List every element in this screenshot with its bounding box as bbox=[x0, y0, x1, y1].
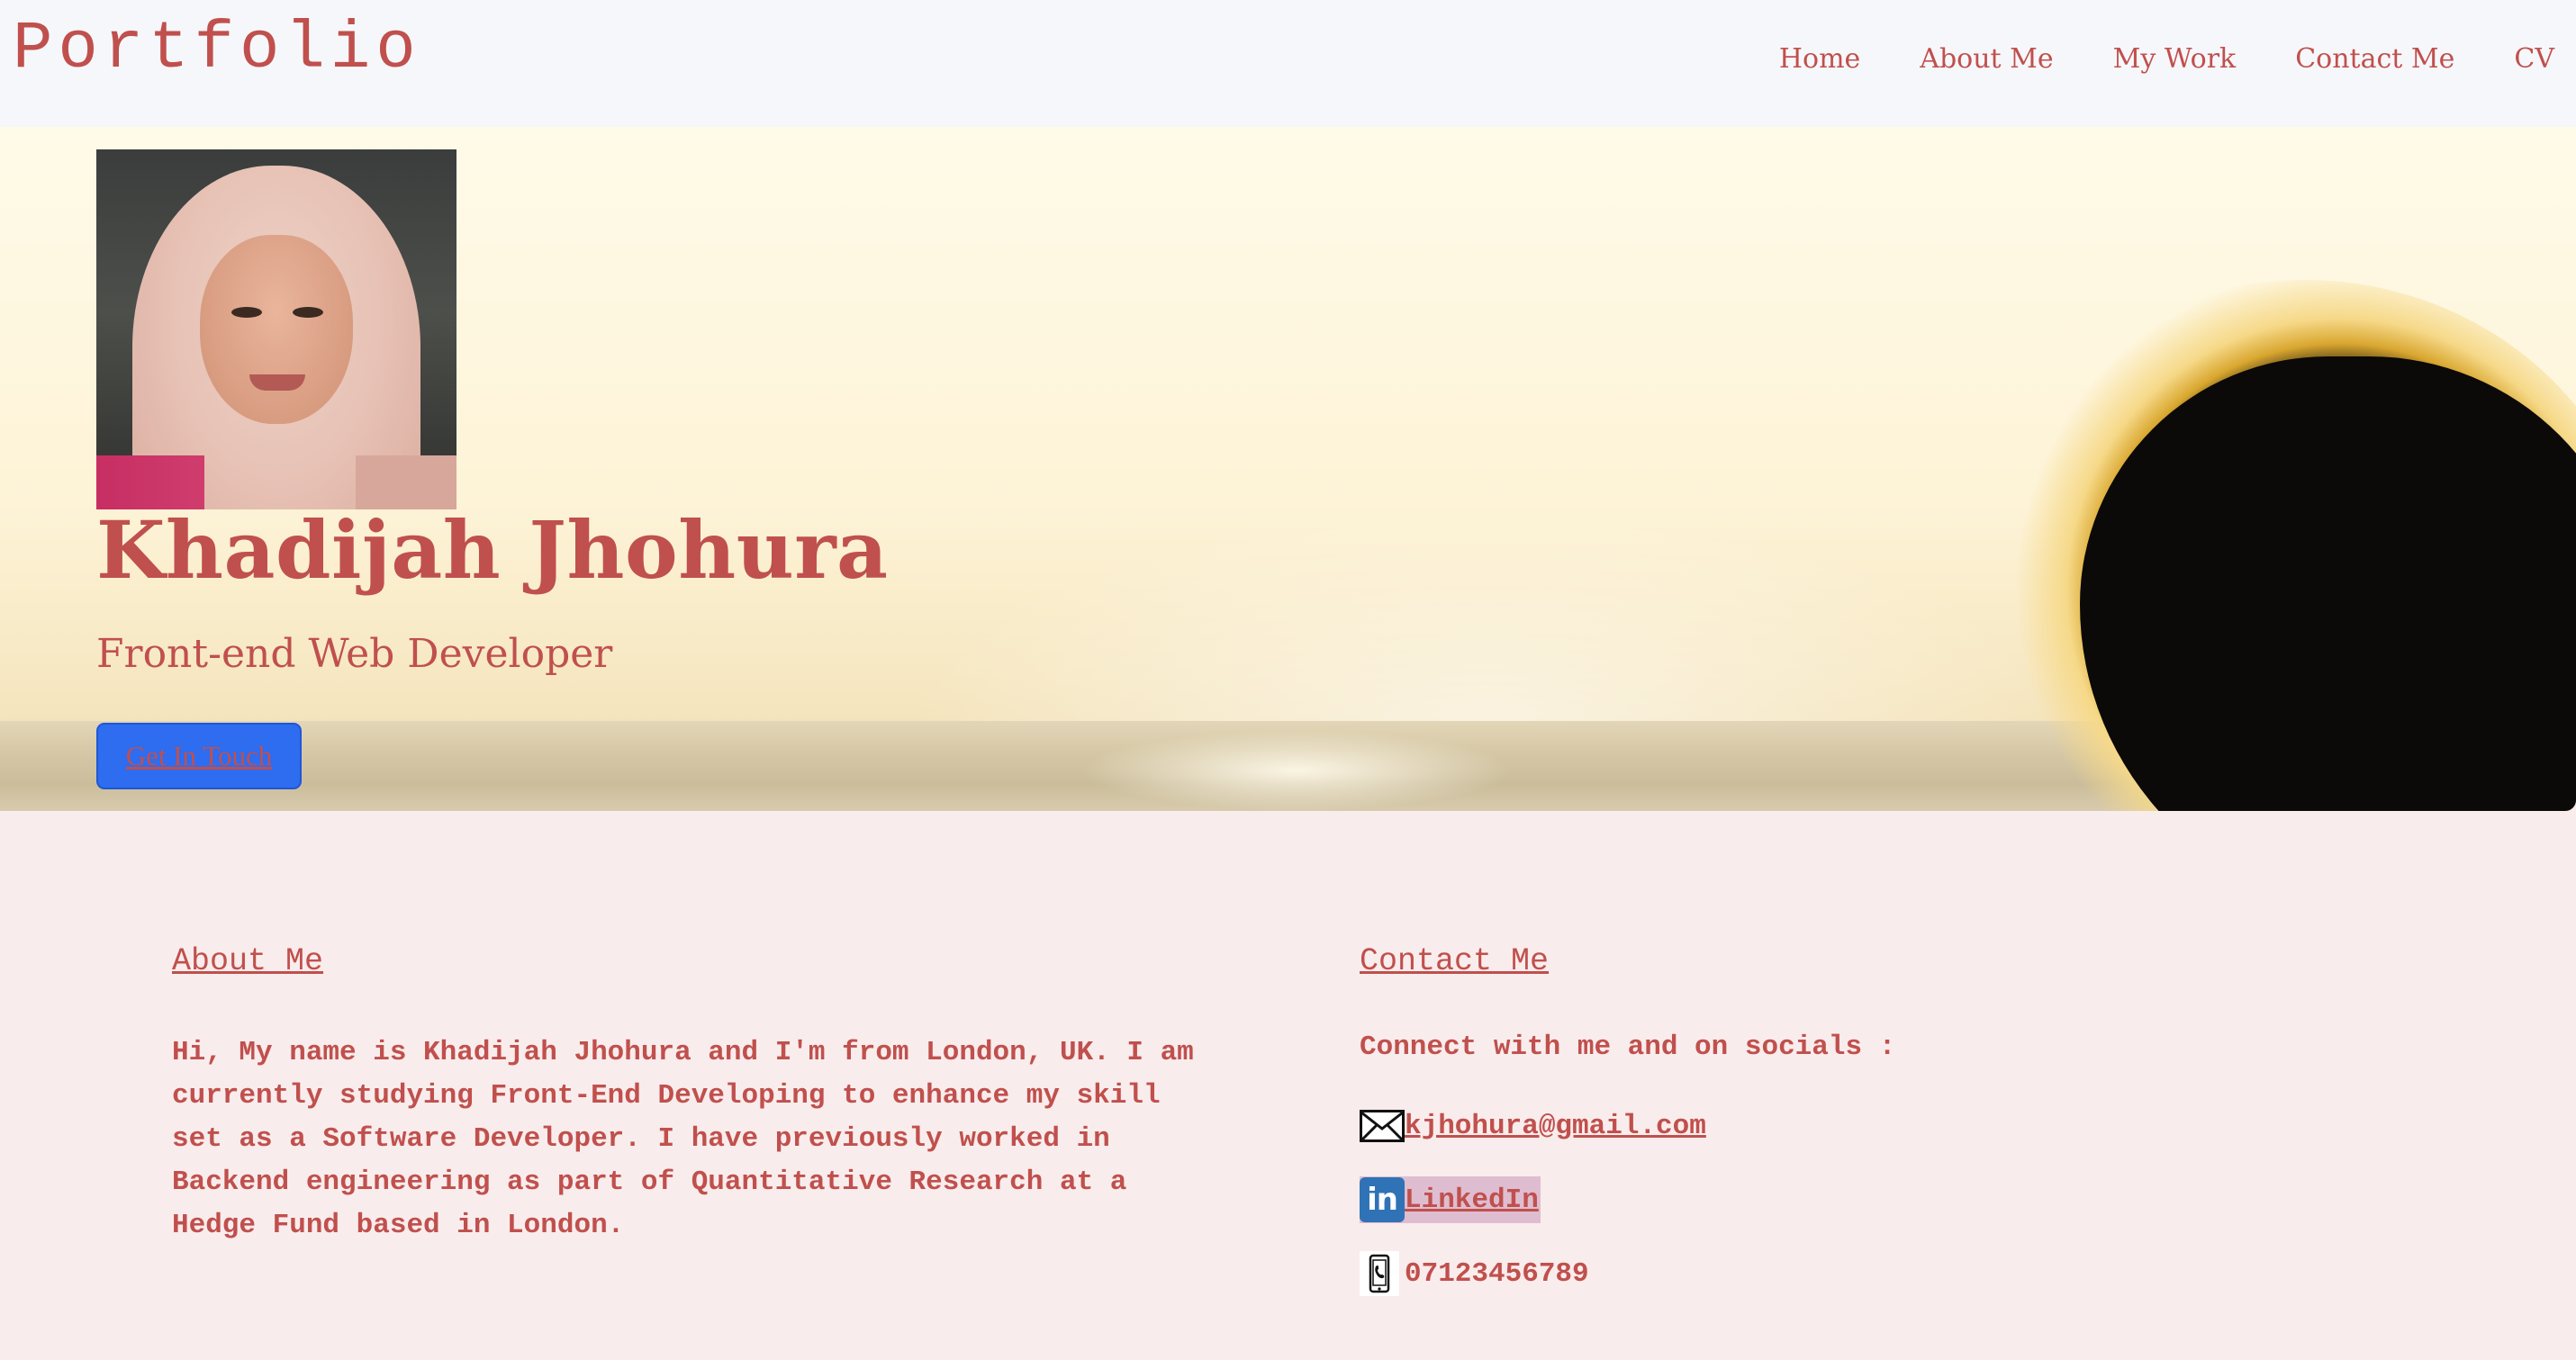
navbar: Portfolio Home About Me My Work Contact … bbox=[0, 0, 2576, 127]
profile-photo bbox=[96, 149, 456, 509]
about-me-text: Hi, My name is Khadijah Jhohura and I'm … bbox=[172, 1037, 1194, 1241]
linkedin-icon[interactable]: in bbox=[1360, 1177, 1405, 1222]
about-me-heading[interactable]: About Me bbox=[172, 943, 323, 979]
brand-logo[interactable]: Portfolio bbox=[13, 16, 421, 83]
email-link[interactable]: kjhohura@gmail.com bbox=[1405, 1111, 1706, 1142]
contact-phone-row: 07123456789 bbox=[1360, 1250, 1589, 1297]
hero-role: Front-end Web Developer bbox=[96, 631, 613, 677]
nav-links: Home About Me My Work Contact Me CV bbox=[1779, 43, 2554, 75]
nav-link-home[interactable]: Home bbox=[1779, 43, 1860, 75]
contact-me-heading[interactable]: Contact Me bbox=[1360, 943, 1549, 979]
nav-link-my-work[interactable]: My Work bbox=[2113, 43, 2237, 75]
nav-link-cv[interactable]: CV bbox=[2514, 43, 2554, 75]
nav-link-about-me[interactable]: About Me bbox=[1920, 43, 2053, 75]
linkedin-link[interactable]: LinkedIn bbox=[1405, 1184, 1539, 1216]
envelope-icon bbox=[1360, 1110, 1405, 1142]
phone-icon bbox=[1360, 1251, 1399, 1296]
contact-email-row: kjhohura@gmail.com bbox=[1360, 1103, 1706, 1149]
contact-linkedin-row: in LinkedIn bbox=[1360, 1176, 1541, 1223]
hero-background-shimmer bbox=[1080, 730, 1513, 811]
nav-link-contact-me[interactable]: Contact Me bbox=[2295, 43, 2454, 75]
contact-intro: Connect with me and on socials : bbox=[1360, 1031, 1896, 1063]
linkedin-highlight: in LinkedIn bbox=[1360, 1176, 1541, 1223]
get-in-touch-button[interactable]: Get In Touch bbox=[96, 723, 302, 789]
hero-name: Khadijah Jhohura bbox=[96, 503, 889, 597]
phone-number: 07123456789 bbox=[1405, 1257, 1589, 1290]
hero-banner: Khadijah Jhohura Front-end Web Developer… bbox=[0, 127, 2576, 811]
